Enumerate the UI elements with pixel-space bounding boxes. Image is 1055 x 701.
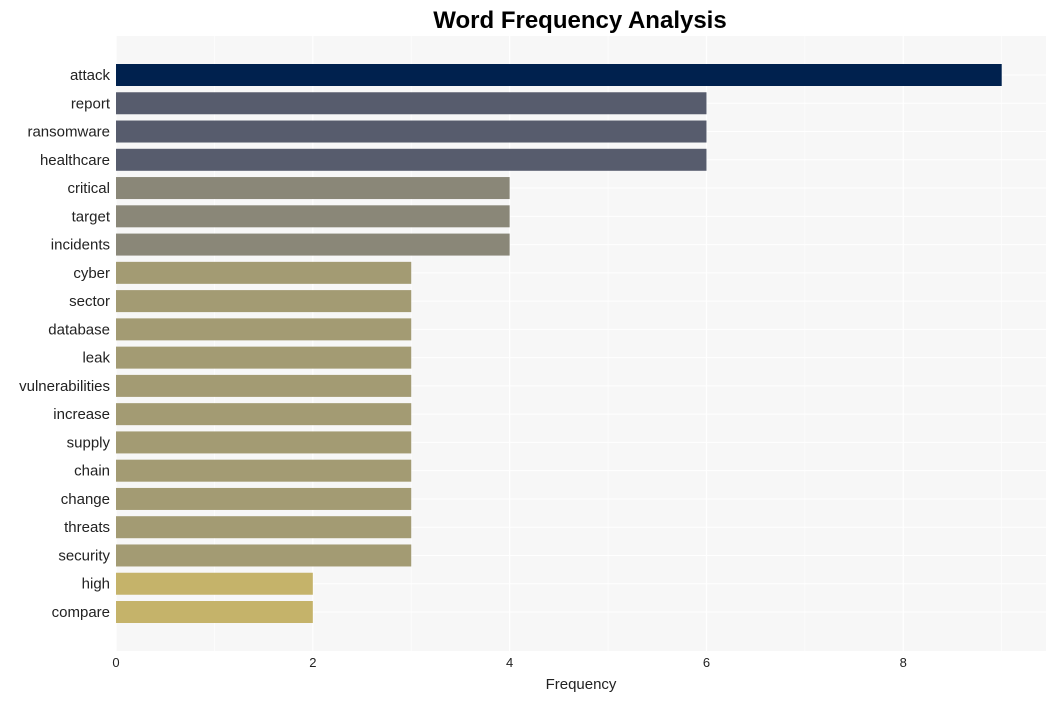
y-tick-label-incidents: incidents [51, 237, 110, 254]
y-tick-label-report: report [71, 95, 111, 112]
y-tick-label-increase: increase [53, 406, 110, 423]
y-tick-label-threats: threats [64, 519, 110, 536]
bar-chain [116, 459, 412, 482]
x-tick-label: 6 [703, 655, 710, 670]
y-tick-label-high: high [82, 576, 110, 593]
bar-ransomware [116, 120, 707, 143]
bar-attack [116, 64, 1002, 86]
x-tick-label: 8 [900, 655, 907, 670]
x-tick-label: 4 [506, 655, 513, 670]
bar-threats [116, 516, 412, 539]
bar-security [116, 544, 412, 567]
x-tick-label: 0 [112, 655, 119, 670]
bar-report [116, 92, 707, 115]
x-tick-label: 2 [309, 655, 316, 670]
bar-healthcare [116, 148, 707, 171]
bar-incidents [116, 233, 510, 256]
y-tick-label-chain: chain [74, 463, 110, 480]
bar-change [116, 487, 412, 510]
y-tick-label-database: database [48, 321, 110, 338]
bar-high [116, 572, 313, 595]
y-tick-label-healthcare: healthcare [40, 152, 110, 169]
y-tick-label-leak: leak [82, 350, 110, 367]
y-tick-label-target: target [72, 208, 111, 225]
bar-target [116, 205, 510, 228]
x-axis-ticks: 0 2 4 6 8 [112, 655, 907, 670]
chart-title: Word Frequency Analysis [433, 7, 726, 34]
bar-compare [116, 601, 313, 623]
y-tick-label-cyber: cyber [73, 265, 110, 282]
bar-database [116, 318, 412, 341]
y-tick-label-attack: attack [70, 67, 111, 84]
y-tick-label-ransomware: ransomware [27, 124, 110, 141]
bar-vulnerabilities [116, 374, 412, 397]
y-tick-label-security: security [58, 547, 110, 564]
y-tick-label-change: change [61, 491, 110, 508]
bar-increase [116, 403, 412, 426]
bar-cyber [116, 261, 412, 284]
bar-chart: Word Frequency Analysis attack report rans… [19, 7, 1046, 693]
y-tick-label-vulnerabilities: vulnerabilities [19, 378, 110, 395]
y-tick-label-sector: sector [69, 293, 110, 310]
bar-supply [116, 431, 412, 454]
y-axis-labels: attack report ransomware healthcare critical… [19, 67, 111, 621]
x-axis-label: Frequency [546, 676, 617, 693]
bar-critical [116, 177, 510, 200]
y-tick-label-compare: compare [52, 604, 110, 621]
y-tick-label-critical: critical [67, 180, 110, 197]
bar-sector [116, 290, 412, 313]
bar-leak [116, 346, 412, 369]
y-tick-label-supply: supply [67, 434, 111, 451]
